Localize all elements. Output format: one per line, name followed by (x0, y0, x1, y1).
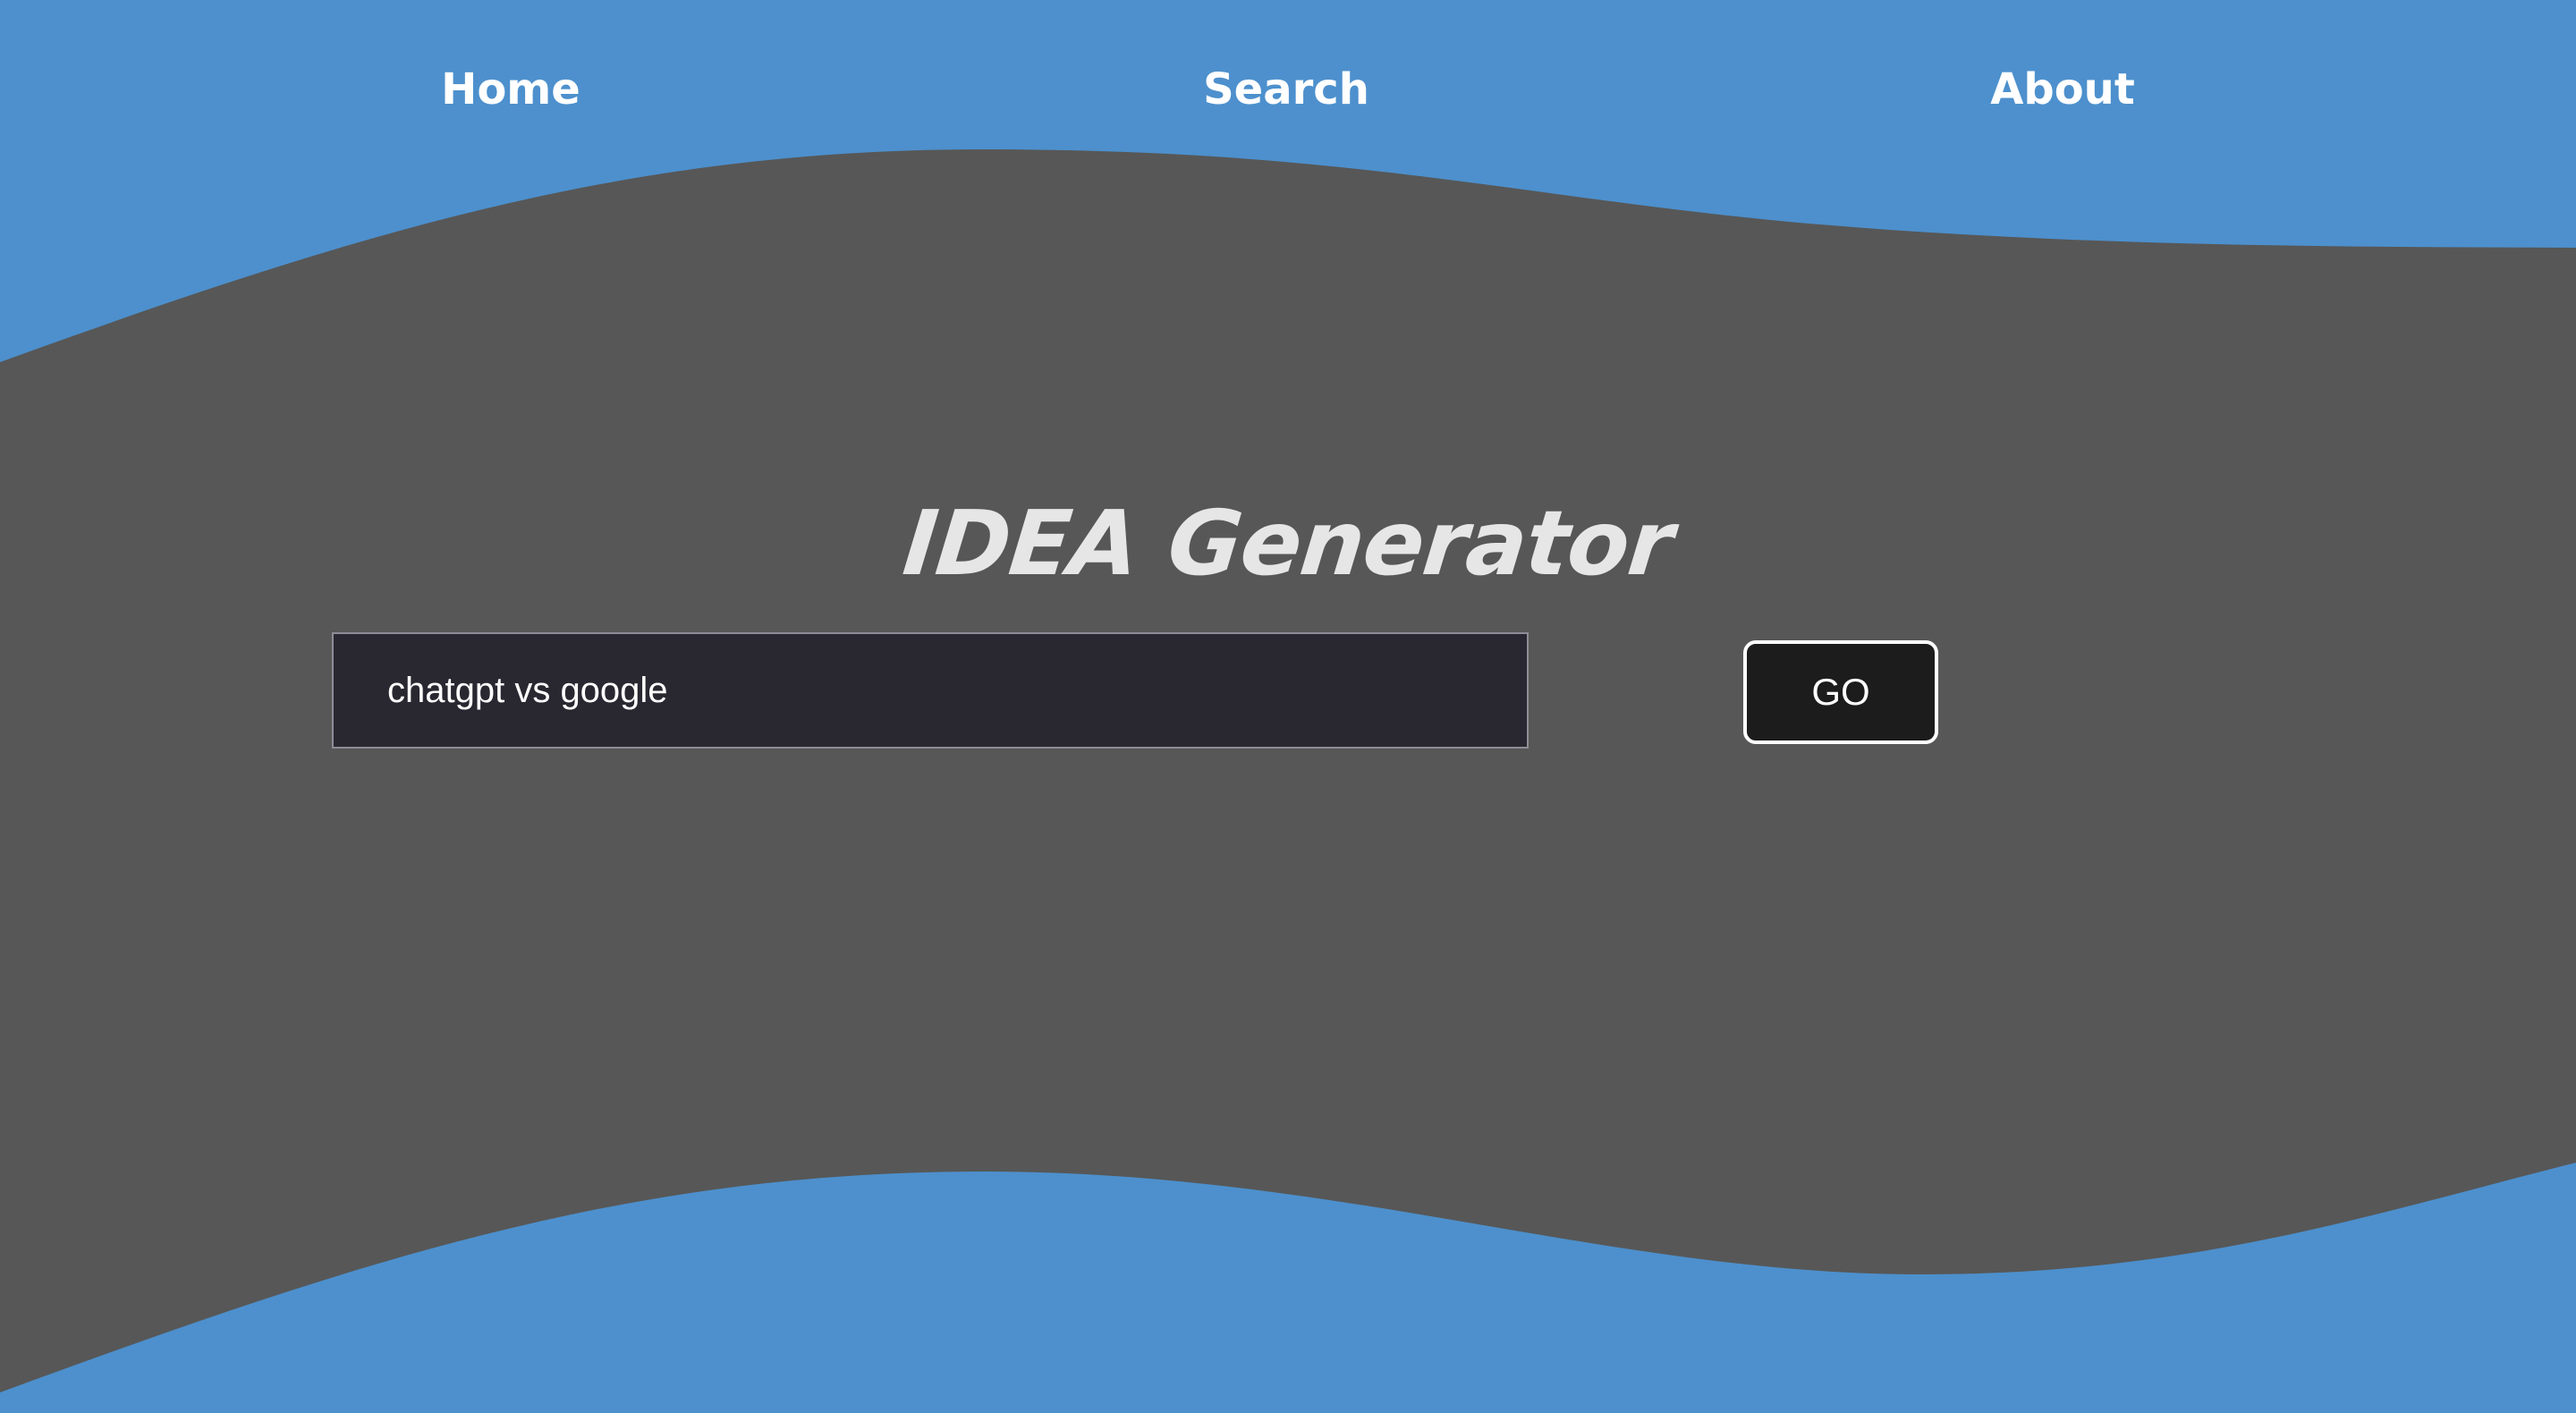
nav-link-about[interactable]: About (1884, 63, 2241, 116)
nav-link-home[interactable]: Home (332, 63, 690, 116)
page-title: IDEA Generator (898, 491, 1678, 596)
nav-link-search[interactable]: Search (1107, 63, 1465, 116)
go-button[interactable]: GO (1743, 640, 1938, 744)
idea-search-input[interactable] (332, 632, 1529, 749)
bottom-wave (0, 1163, 2576, 1413)
top-nav: Home Search About (0, 0, 2576, 179)
